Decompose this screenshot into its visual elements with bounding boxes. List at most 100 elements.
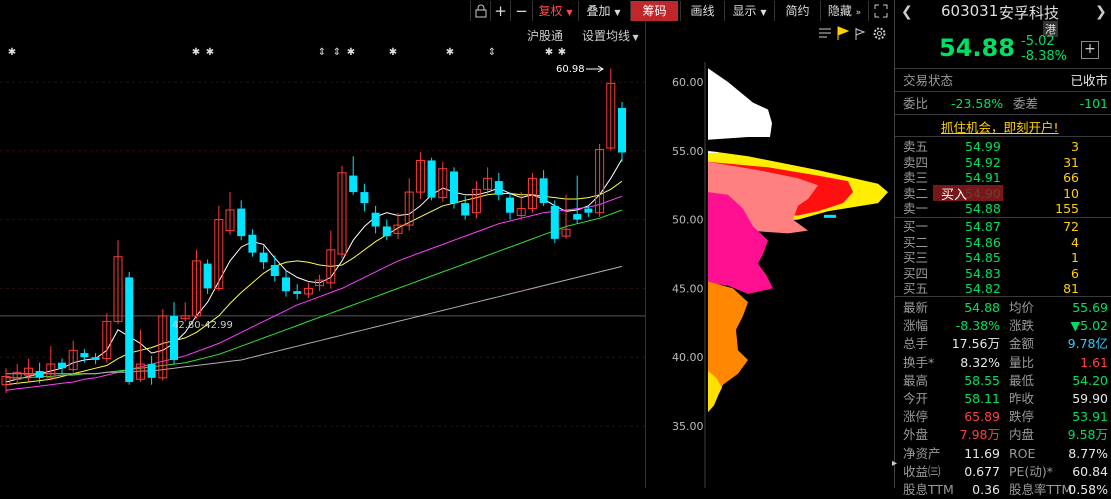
stat-label: 量比 (1009, 354, 1035, 370)
chip-profit-upper (708, 68, 772, 140)
event-marker: ✱ (446, 47, 454, 58)
stat-label: ROE (1009, 445, 1036, 461)
huaxian-button[interactable]: 画线 (680, 1, 724, 21)
xianshi-menu[interactable]: 显示 ▼ (724, 1, 774, 21)
buy-order-price: 54.82 (965, 281, 1001, 296)
sell-order-label: 卖三 (903, 170, 929, 185)
stat-row: 外盘 7.98万 内盘 9.58万 (903, 425, 1108, 444)
sell-order-volume: 10 (1063, 185, 1079, 201)
price-change: -5.02 (1021, 34, 1055, 49)
buy-order-row[interactable]: 买二 54.86 4 (903, 235, 1108, 251)
sell-order-volume: 3 (1071, 139, 1079, 154)
chouma-button[interactable]: 筹码 (630, 1, 678, 21)
stat-row: 收益㈢ 0.677 PE(动)* 60.84 (903, 462, 1108, 481)
buy-order-row[interactable]: 买四 54.83 6 (903, 266, 1108, 282)
forward-arrow-icon[interactable]: ❯ (1095, 4, 1107, 20)
stat-label: 涨停 (903, 409, 929, 425)
candle-body (371, 212, 380, 227)
candle-body (539, 178, 548, 204)
buy-order-price: 54.87 (965, 219, 1001, 234)
stat-label: 净资产 (903, 445, 941, 461)
diejia-menu[interactable]: 叠加 ▼ (578, 1, 628, 21)
sell-order-volume: 155 (1055, 201, 1079, 216)
sell-order-price: 54.88 (965, 201, 1001, 216)
kline-chart[interactable]: 60.00 55.00 50.00 45.00 40.00 35.00 ✱ ✱ ✱ ⇕ ⇕ ✱ ✱ ✱ ⇕… (0, 22, 894, 488)
stat-label: 今开 (903, 391, 929, 406)
range-label: 42.80-42.99 (172, 320, 233, 331)
y-tick-label: 60.00 (672, 76, 704, 89)
fullscreen-icon[interactable] (868, 1, 892, 21)
stat-value: 9.78亿 (1067, 336, 1108, 352)
divider (895, 114, 1111, 115)
candle-body (584, 208, 593, 213)
event-marker: ⇕ (318, 47, 326, 58)
buy-order-row[interactable]: 买三 54.85 1 (903, 250, 1108, 266)
stat-label: 涨跌 (1009, 318, 1035, 334)
buy-order-row[interactable]: 买一 54.87 72 (903, 219, 1108, 235)
candle-body (360, 192, 369, 204)
lock-icon[interactable] (470, 1, 490, 21)
candle-body (125, 277, 134, 382)
stat-row: 涨停 65.89 跌停 53.91 (903, 407, 1108, 426)
high-price-label: 60.98 (556, 64, 585, 75)
weicha-label: 委差 (1013, 96, 1039, 111)
stat-row: 股息TTM 0.36 股息率TTM 0.58% (903, 480, 1108, 499)
stat-value: 60.84 (1072, 463, 1108, 479)
buy-order-volume: 1 (1071, 250, 1079, 265)
candle-body (80, 353, 89, 358)
add-watchlist-button[interactable]: + (1081, 41, 1099, 59)
event-marker: ✱ (206, 47, 214, 58)
candle-body (203, 263, 212, 289)
candle-body (270, 265, 279, 277)
yincang-button[interactable]: 隐藏 » (820, 1, 868, 21)
stock-name: 安孚科技 (999, 4, 1060, 22)
yincang-label: 隐藏 (827, 4, 852, 18)
candle-body (248, 234, 257, 253)
quote-panel: ❮ 603031 安孚科技 ❯ 港 54.88 -5.02 -8.38% + 交… (894, 0, 1111, 497)
candle-body (349, 175, 358, 193)
buy-order-volume: 72 (1063, 219, 1079, 234)
sell-order-row[interactable]: 卖五 54.99 3 (903, 139, 1108, 155)
open-account-link[interactable]: 抓住机会，即刻开户! (941, 117, 1059, 136)
buy-order-price: 54.85 (965, 250, 1001, 265)
stat-value: 65.89 (964, 409, 1000, 425)
y-tick-label: 40.00 (672, 351, 704, 364)
buy-order-label: 买三 (903, 250, 929, 265)
candles (1, 68, 626, 393)
back-arrow-icon[interactable]: ❮ (901, 4, 913, 20)
buy-order-price: 54.83 (965, 265, 1001, 281)
price-change-pct: -8.38% (1021, 49, 1067, 64)
divider (895, 136, 1111, 137)
stat-row: 最高 58.55 最低 54.20 (903, 371, 1108, 390)
sell-order-price: 54.92 (965, 154, 1001, 170)
candle-body (382, 226, 391, 237)
stat-label: 内盘 (1009, 427, 1035, 443)
zoom-in-icon[interactable]: + (490, 1, 510, 21)
candle-body (282, 277, 290, 292)
ma20-line (5, 195, 623, 391)
trade-status-label: 交易状态 (903, 73, 954, 88)
candle-body (461, 203, 470, 216)
jianyue-button[interactable]: 简约 (774, 1, 820, 21)
stat-value: 8.77% (1068, 445, 1108, 461)
fuquan-menu[interactable]: 复权 ▼ (532, 1, 578, 21)
buy-order-volume: 81 (1063, 281, 1079, 296)
stat-row: 总手 17.56万 金额 9.78亿 (903, 334, 1108, 353)
divider (895, 68, 1111, 69)
sell-order-row[interactable]: 卖一 54.88 155 (903, 201, 1108, 217)
sell-order-volume: 66 (1063, 170, 1079, 185)
buy-button[interactable]: 买入 (941, 184, 967, 203)
sell-order-row[interactable]: 卖三 54.91 66 (903, 170, 1108, 186)
stat-value: 58.55 (964, 372, 1000, 388)
panel-collapse-icon[interactable]: ▸ (892, 458, 897, 478)
weibi-row: 委比 -23.58% 委差 -101 (903, 94, 1108, 113)
zoom-out-icon[interactable]: − (510, 1, 532, 21)
sell-order-price: 54.91 (965, 170, 1001, 185)
stat-value: 17.56万 (951, 336, 1000, 352)
stat-value: 0.677 (964, 463, 1000, 479)
sell-order-row[interactable]: 卖四 54.92 31 (903, 155, 1108, 171)
buy-order-row[interactable]: 买五 54.82 81 (903, 281, 1108, 297)
stat-label: 外盘 (903, 427, 929, 443)
event-marker: ⇕ (333, 47, 341, 58)
stat-value: 8.32% (960, 354, 1000, 370)
